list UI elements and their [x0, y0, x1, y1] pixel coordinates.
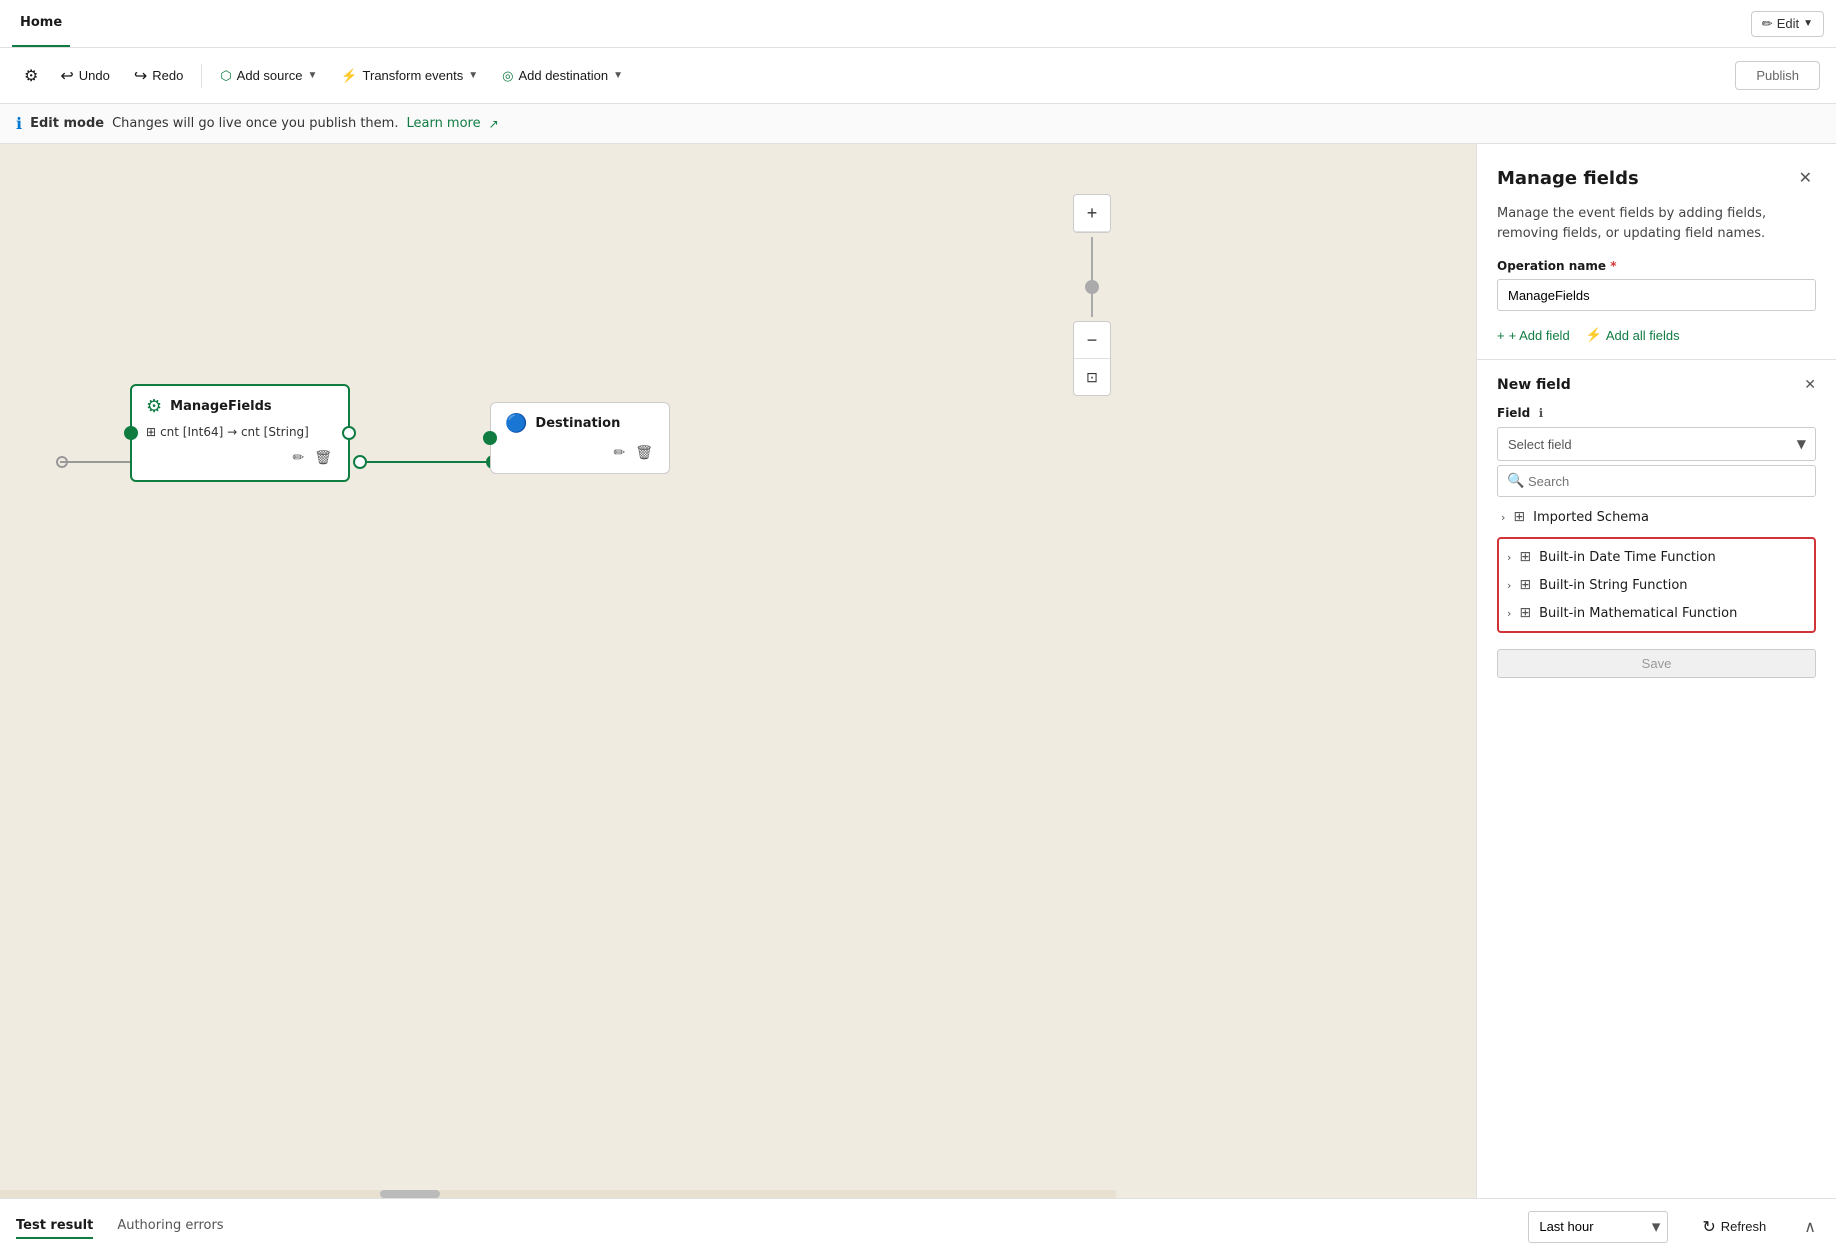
lightning-icon: ⚡ — [1586, 327, 1602, 343]
edit-mode-description: Changes will go live once you publish th… — [112, 116, 398, 131]
chevron-up-icon: ∧ — [1804, 1219, 1816, 1236]
save-button[interactable]: Save — [1497, 649, 1816, 678]
bottom-panel: Test result Authoring errors Last hour L… — [0, 1198, 1836, 1254]
time-filter-select[interactable]: Last hour Last 24 hours Last 7 days — [1528, 1211, 1668, 1243]
add-field-button[interactable]: + + Add field — [1497, 328, 1570, 343]
required-indicator: * — [1610, 259, 1616, 273]
zoom-controls: + − ⊡ — [1073, 194, 1111, 396]
node-delete-button[interactable]: 🗑 — [312, 447, 334, 468]
destination-left-connector — [483, 431, 497, 445]
panel-close-button[interactable]: ✕ — [1795, 164, 1816, 192]
test-result-tab[interactable]: Test result — [16, 1214, 93, 1239]
fit-icon: ⊡ — [1086, 369, 1098, 386]
fit-to-screen-button[interactable]: ⊡ — [1074, 359, 1110, 395]
manage-fields-node[interactable]: ⚙ ManageFields ⊞ cnt [Int64] → cnt [Stri… — [130, 384, 350, 482]
info-icon: ℹ — [16, 114, 22, 133]
external-link-icon: ↗ — [489, 117, 499, 131]
gear-icon: ⚙ — [24, 68, 38, 85]
dropdown-item-datetime[interactable]: › ⊞ Built-in Date Time Function — [1499, 543, 1814, 571]
chevron-right-icon: › — [1507, 579, 1511, 592]
refresh-icon: ↻ — [1702, 1217, 1715, 1237]
destination-delete-button[interactable]: 🗑 — [633, 442, 655, 463]
add-destination-button[interactable]: ◎ Add destination ▼ — [492, 62, 633, 90]
undo-icon: ↩ — [60, 66, 73, 86]
destination-edit-button[interactable]: ✏ — [611, 442, 627, 463]
select-field-dropdown[interactable]: Select field — [1497, 427, 1816, 461]
canvas-connectors — [0, 144, 1476, 1198]
new-field-close-button[interactable]: ✕ — [1804, 376, 1816, 393]
panel-description: Manage the event fields by adding fields… — [1477, 204, 1836, 259]
chevron-down-icon: ▼ — [613, 70, 623, 81]
destination-node-icon: 🔵 — [505, 413, 527, 434]
destination-node-title: Destination — [535, 416, 620, 431]
highlighted-dropdown-section: › ⊞ Built-in Date Time Function › ⊞ Buil… — [1497, 537, 1816, 633]
edit-mode-label: Edit mode — [30, 116, 104, 131]
add-source-button[interactable]: ⬡ Add source ▼ — [210, 62, 327, 90]
add-source-icon: ⬡ — [220, 68, 231, 84]
edit-icon: ✏ — [1762, 16, 1773, 32]
publish-button[interactable]: Publish — [1735, 61, 1820, 90]
grid-icon: ⊞ — [1519, 605, 1531, 621]
grid-icon: ⊞ — [1519, 549, 1531, 565]
node-content-text: cnt [Int64] → cnt [String] — [160, 425, 309, 439]
field-label: Field — [1497, 406, 1530, 420]
node-manage-fields-title: ManageFields — [170, 399, 272, 414]
node-manage-fields-icon: ⚙ — [146, 396, 162, 417]
grid-icon: ⊞ — [1513, 509, 1525, 525]
collapse-button[interactable]: ∧ — [1800, 1213, 1820, 1241]
undo-button[interactable]: ↩ Undo — [50, 60, 119, 92]
authoring-errors-tab[interactable]: Authoring errors — [117, 1214, 223, 1239]
refresh-button[interactable]: ↻ Refresh — [1692, 1211, 1776, 1243]
zoom-out-button[interactable]: − — [1074, 322, 1110, 358]
dropdown-item-math[interactable]: › ⊞ Built-in Mathematical Function — [1499, 599, 1814, 627]
transform-icon: ⚡ — [341, 68, 357, 84]
panel-title: Manage fields — [1497, 168, 1639, 189]
chevron-right-icon: › — [1507, 607, 1511, 620]
chevron-right-icon: › — [1501, 511, 1505, 524]
chevron-down-icon: ▼ — [468, 70, 478, 81]
field-info-icon: ℹ — [1539, 406, 1544, 420]
node-left-connector — [124, 426, 138, 440]
learn-more-link[interactable]: Learn more — [406, 116, 480, 131]
gear-button[interactable]: ⚙ — [16, 60, 46, 92]
add-destination-icon: ◎ — [502, 68, 513, 84]
grid-icon: ⊞ — [1519, 577, 1531, 593]
dropdown-item-imported-schema[interactable]: › ⊞ Imported Schema — [1497, 503, 1816, 531]
chevron-down-icon: ▼ — [307, 70, 317, 81]
operation-name-label: Operation name — [1497, 259, 1606, 273]
home-tab[interactable]: Home — [12, 0, 70, 47]
add-field-icon: + — [1497, 328, 1505, 343]
add-all-fields-button[interactable]: ⚡ Add all fields — [1586, 327, 1680, 343]
dropdown-item-string[interactable]: › ⊞ Built-in String Function — [1499, 571, 1814, 599]
edit-button[interactable]: ✏ Edit ▼ — [1751, 11, 1824, 37]
node-edit-button[interactable]: ✏ — [290, 447, 306, 468]
chevron-down-icon: ▼ — [1803, 18, 1813, 29]
zoom-in-button[interactable]: + — [1074, 195, 1110, 231]
redo-icon: ↪ — [134, 66, 147, 86]
chevron-right-icon: › — [1507, 551, 1511, 564]
manage-fields-panel: Manage fields ✕ Manage the event fields … — [1476, 144, 1836, 1198]
new-field-title: New field — [1497, 377, 1571, 393]
redo-button[interactable]: ↪ Redo — [124, 60, 193, 92]
operation-name-input[interactable] — [1497, 279, 1816, 311]
destination-node[interactable]: 🔵 Destination ✏ 🗑 — [490, 402, 670, 474]
transform-events-button[interactable]: ⚡ Transform events ▼ — [331, 62, 488, 90]
search-input[interactable] — [1497, 465, 1816, 497]
node-content-icon: ⊞ — [146, 425, 156, 439]
node-right-connector — [342, 426, 356, 440]
